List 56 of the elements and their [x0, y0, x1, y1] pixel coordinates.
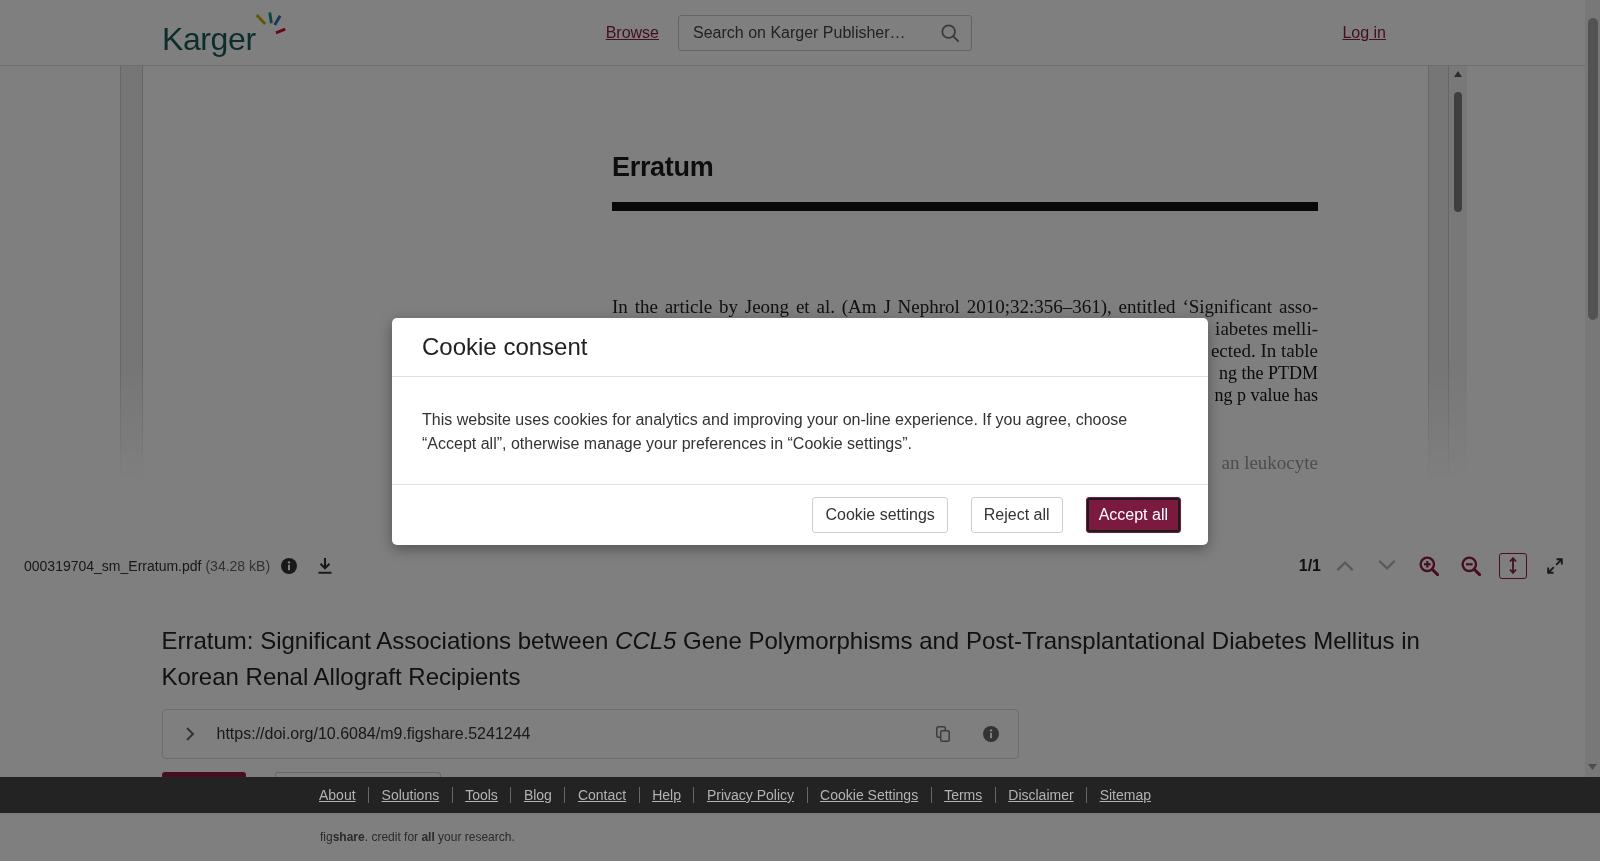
footer-link[interactable]: Privacy Policy: [706, 787, 795, 803]
copy-icon: [935, 726, 950, 742]
download-icon: [317, 557, 334, 574]
scrollbar-thumb[interactable]: [1454, 92, 1462, 212]
footer-link[interactable]: Disclaimer: [1008, 787, 1074, 803]
chevron-down-icon: [1378, 560, 1396, 571]
pdf-text-line: iabetes melli-: [1215, 318, 1318, 340]
caret-up-icon: [1454, 71, 1462, 77]
dialog-message: This website uses cookies for analytics and improving your on-line experience. If you agree, choose “Accept all”, otherwise manage your preferences in “Cookie settings”.: [422, 410, 1129, 454]
footer-link[interactable]: Help: [652, 787, 681, 803]
footer-link[interactable]: Blog: [523, 787, 552, 803]
browse-link[interactable]: Browse: [605, 23, 659, 42]
page-indicator: 1/1: [1298, 556, 1321, 575]
fit-height-button[interactable]: [1499, 552, 1527, 579]
search-field[interactable]: Search on Karger Publisher…: [678, 14, 972, 51]
info-button[interactable]: [982, 726, 999, 742]
caret-down-icon: [1588, 764, 1597, 770]
info-icon: [281, 557, 298, 574]
footer-link[interactable]: Sitemap: [1099, 787, 1151, 803]
chevron-up-icon: [1336, 560, 1354, 571]
expand-button[interactable]: [184, 726, 195, 742]
footer-link[interactable]: Tools: [465, 787, 498, 803]
zoom-in-icon: [1419, 555, 1439, 576]
dialog-button[interactable]: Accept all: [1085, 497, 1181, 533]
chevron-right-icon: [184, 726, 195, 742]
search-icon: [941, 23, 959, 42]
scrollbar[interactable]: [1585, 0, 1600, 777]
primary-button[interactable]: [161, 772, 246, 777]
dialog-button[interactable]: Cookie settings: [812, 497, 948, 533]
pdf-heading: Erratum: [612, 151, 714, 184]
info-icon: [982, 726, 999, 742]
dialog-button[interactable]: Reject all: [970, 497, 1063, 533]
footer-link[interactable]: Terms: [944, 787, 983, 803]
pdf-text-line: ng the PTDM: [1219, 362, 1318, 384]
login-link[interactable]: Log in: [1342, 23, 1386, 42]
logo[interactable]: Karger: [162, 10, 286, 55]
pdf-text-line: ng p value has: [1214, 384, 1318, 406]
file-size: (34.28 kB): [205, 557, 271, 574]
vertical-arrows-icon: [1509, 557, 1517, 574]
footer-link[interactable]: About: [319, 787, 356, 803]
download-button[interactable]: [317, 557, 334, 574]
copy-button[interactable]: [935, 726, 950, 742]
expand-arrows-icon: [1547, 557, 1563, 574]
pdf-text-line: In the article by Jeong et al. (Am J Nephrol 2010;32:356–361), entitled ‘Significant asso-: [612, 296, 1318, 318]
footer-link[interactable]: Cookie Settings: [820, 787, 919, 803]
file-name: 000319704_sm_Erratum.pdf: [24, 557, 202, 574]
credit-text: figshare. credit for all your research.: [320, 830, 515, 844]
zoom-out-icon: [1461, 555, 1481, 576]
dialog-title: Cookie consent: [422, 333, 588, 361]
footer-link[interactable]: Solutions: [381, 787, 440, 803]
footer-link[interactable]: Contact: [577, 787, 627, 803]
record-title: Erratum: Significant Associations between CCL5 Gene Polymorphisms and Post-Transplantational Diabetes Mellitus in Korean Renal Allograft Recipients: [161, 626, 1421, 692]
doi-url: https://doi.org/10.6084/m9.figshare.5241244: [216, 725, 531, 743]
pdf-text-line: ected. In table: [1210, 340, 1318, 362]
scrollbar-thumb[interactable]: [1587, 18, 1598, 320]
info-button[interactable]: [281, 557, 298, 574]
